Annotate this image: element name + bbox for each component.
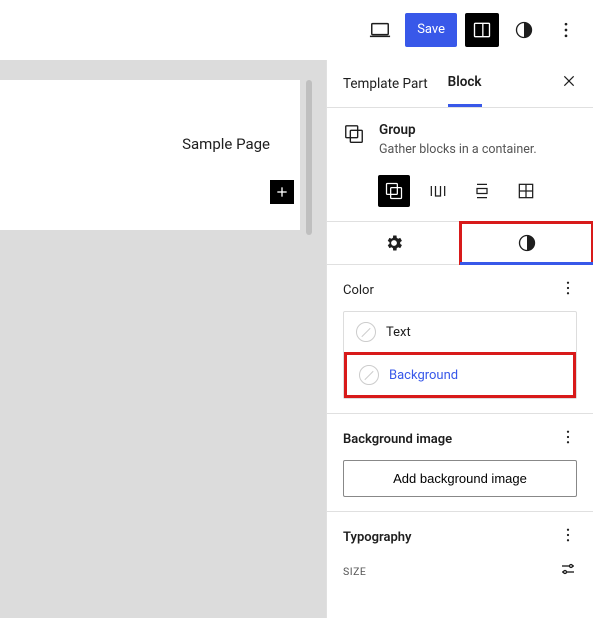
half-circle-icon — [517, 233, 537, 253]
panel-title-bg-image: Background image — [343, 432, 452, 447]
color-background-label: Background — [389, 368, 458, 383]
close-sidebar-button[interactable] — [561, 73, 577, 94]
tab-template-part[interactable]: Template Part — [343, 62, 428, 106]
typography-size-label: SIZE — [343, 565, 366, 578]
variation-row[interactable] — [422, 175, 454, 207]
variation-stack[interactable] — [466, 175, 498, 207]
background-color-swatch — [359, 365, 379, 385]
panel-title-color: Color — [343, 283, 374, 298]
variation-grid[interactable] — [510, 175, 542, 207]
options-menu-button[interactable] — [549, 13, 583, 47]
size-settings-button[interactable] — [559, 560, 577, 582]
gear-icon — [384, 233, 404, 253]
color-text-button[interactable]: Text — [344, 312, 576, 353]
add-background-image-button[interactable]: Add background image — [343, 460, 577, 497]
panel-title-typography: Typography — [343, 530, 412, 545]
typography-panel-options[interactable] — [559, 526, 577, 548]
color-background-button[interactable]: Background — [347, 355, 573, 395]
settings-sidebar: Template Part Block Group Gather blocks … — [326, 60, 593, 618]
page-block[interactable]: Sample Page — [0, 80, 300, 230]
subtab-styles[interactable] — [460, 222, 593, 264]
color-text-label: Text — [386, 325, 411, 340]
subtab-settings[interactable] — [327, 222, 460, 264]
device-preview-button[interactable] — [363, 13, 397, 47]
block-description: Gather blocks in a container. — [379, 142, 537, 157]
sidebar-toggle-button[interactable] — [465, 13, 499, 47]
variation-group[interactable] — [378, 175, 410, 207]
editor-canvas[interactable]: Sample Page — [0, 60, 326, 618]
text-color-swatch — [356, 322, 376, 342]
tab-block[interactable]: Block — [448, 60, 482, 107]
styles-button[interactable] — [507, 13, 541, 47]
canvas-scrollbar[interactable] — [306, 80, 312, 235]
add-block-button[interactable] — [270, 180, 294, 204]
block-name: Group — [379, 122, 537, 138]
bg-image-panel-options[interactable] — [559, 428, 577, 450]
save-button[interactable]: Save — [405, 13, 457, 47]
page-title: Sample Page — [182, 135, 270, 153]
color-panel-options[interactable] — [559, 279, 577, 301]
group-icon — [343, 123, 365, 145]
